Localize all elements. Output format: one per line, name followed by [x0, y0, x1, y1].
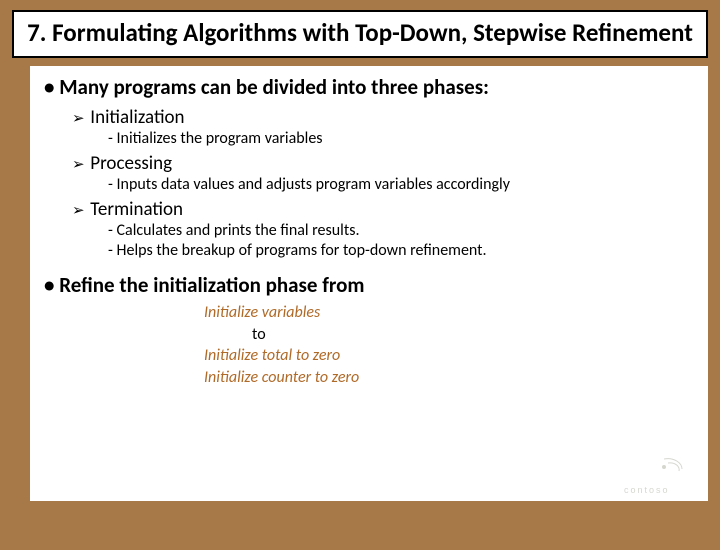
logo-text: contoso — [624, 485, 694, 495]
refine-from: Initialize variables — [204, 302, 696, 324]
chevron-right-icon: ➢ — [72, 109, 86, 128]
slide-title: 7. Formulating Algorithms with Top-Down,… — [24, 18, 696, 48]
phase-head: ➢ Termination — [72, 198, 696, 221]
phase-initialization: ➢ Initialization Initializes the program… — [72, 106, 696, 150]
phase-head: ➢ Processing — [72, 152, 696, 175]
bullet-three-phases: • Many programs can be divided into thre… — [44, 74, 696, 100]
phase-name: Initialization — [90, 106, 184, 129]
chevron-right-icon: ➢ — [72, 201, 86, 220]
phase-termination: ➢ Termination Calculates and prints the … — [72, 198, 696, 263]
phase-detail: Calculates and prints the final results. — [108, 221, 696, 242]
phase-name: Processing — [90, 152, 172, 175]
contoso-logo: contoso — [624, 457, 694, 495]
title-bar: 7. Formulating Algorithms with Top-Down,… — [12, 10, 708, 58]
refine-line2: Initialize counter to zero — [204, 367, 696, 389]
bullet-refine: • Refine the initialization phase from — [44, 272, 696, 298]
refine-to-word: to — [252, 324, 696, 346]
phase-processing: ➢ Processing Inputs data values and adju… — [72, 152, 696, 196]
phase-head: ➢ Initialization — [72, 106, 696, 129]
refine-line1: Initialize total to zero — [204, 345, 696, 367]
phase-detail: Helps the breakup of programs for top-do… — [108, 241, 696, 262]
phase-name: Termination — [90, 198, 183, 221]
content-area: • Many programs can be divided into thre… — [30, 66, 708, 501]
refine-block: Initialize variables to Initialize total… — [204, 302, 696, 388]
phase-detail: Inputs data values and adjusts program v… — [108, 175, 696, 196]
chevron-right-icon: ➢ — [72, 155, 86, 174]
phase-detail: Initializes the program variables — [108, 129, 696, 150]
